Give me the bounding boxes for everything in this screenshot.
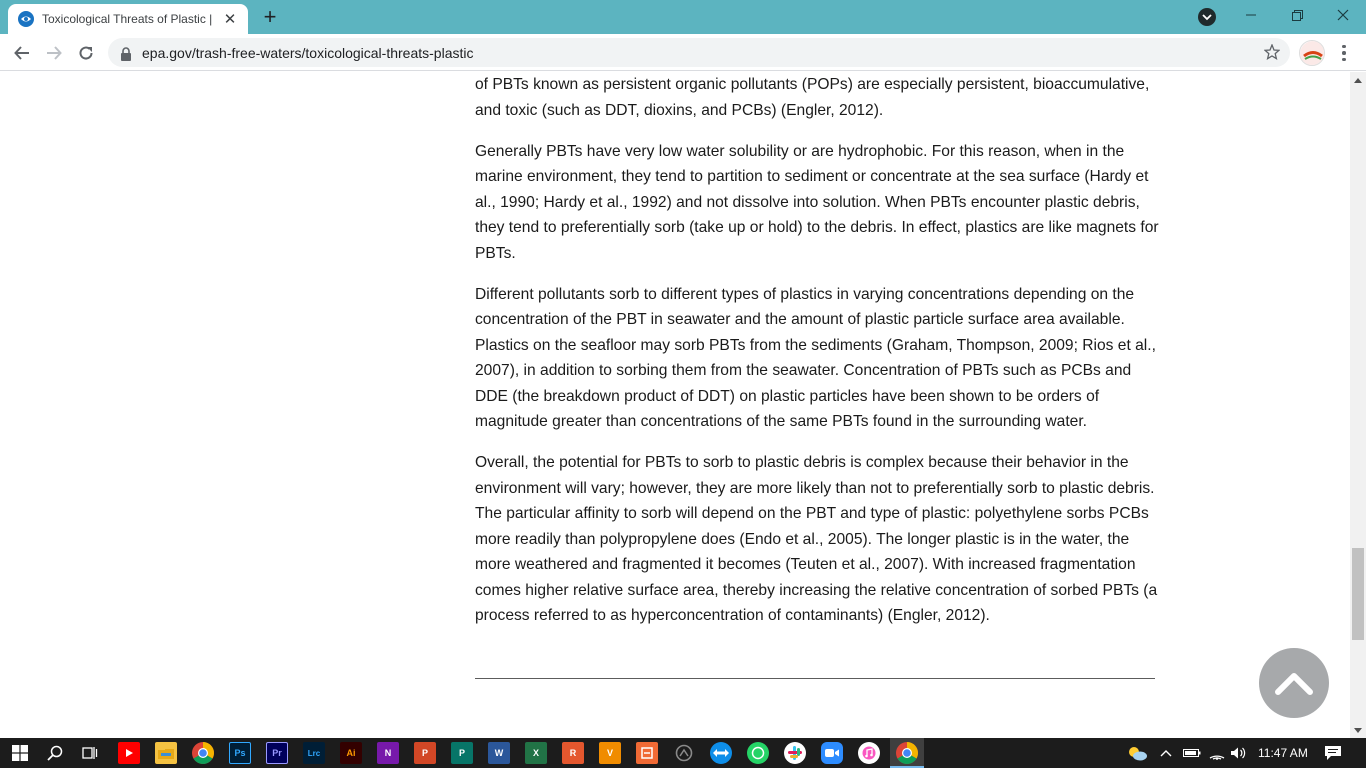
back-to-top-button[interactable] — [1259, 648, 1329, 718]
page-scrollbar[interactable] — [1350, 72, 1366, 738]
browser-tab-strip: Toxicological Threats of Plastic | U ✕ + — [0, 0, 1366, 34]
teamviewer-icon[interactable] — [710, 742, 732, 764]
back-arrow-icon[interactable] — [10, 41, 34, 65]
chevron-up-icon — [1275, 673, 1313, 695]
address-bar[interactable]: epa.gov/trash-free-waters/toxicological-… — [108, 38, 1290, 67]
chrome-icon[interactable] — [192, 742, 214, 764]
browser-menu-icon[interactable] — [1336, 42, 1352, 64]
volume-icon[interactable] — [1230, 738, 1248, 768]
wifi-icon[interactable] — [1209, 738, 1225, 768]
browser-toolbar: epa.gov/trash-free-waters/toxicological-… — [0, 34, 1366, 71]
search-icon[interactable] — [44, 742, 66, 764]
minimize-icon[interactable] — [1228, 0, 1274, 30]
epa-favicon-icon — [18, 11, 34, 27]
tab-search-icon[interactable] — [1198, 8, 1216, 26]
url-text[interactable]: epa.gov/trash-free-waters/toxicological-… — [142, 45, 473, 61]
restore-icon[interactable] — [1274, 0, 1320, 30]
section-divider — [475, 678, 1155, 679]
youtube-icon[interactable] — [118, 742, 140, 764]
page-viewport: of PBTs known as persistent organic poll… — [0, 72, 1350, 738]
itunes-icon[interactable] — [858, 742, 880, 764]
article-paragraph: Generally PBTs have very low water solub… — [475, 142, 1159, 262]
word-icon[interactable]: W — [488, 742, 510, 764]
scroll-down-arrow-icon[interactable] — [1350, 722, 1366, 738]
bookmark-star-icon[interactable] — [1263, 43, 1281, 60]
app-v-icon[interactable]: V — [599, 742, 621, 764]
publisher-icon[interactable]: P — [451, 742, 473, 764]
action-center-icon[interactable] — [1324, 738, 1342, 768]
lightroom-classic-icon[interactable]: Lrc — [303, 742, 325, 764]
app-orange-icon[interactable] — [636, 742, 658, 764]
app-r-icon[interactable]: R — [562, 742, 584, 764]
zoom-icon[interactable] — [821, 742, 843, 764]
windows-start-icon[interactable] — [9, 742, 31, 764]
lock-icon[interactable] — [120, 46, 132, 61]
photoshop-icon[interactable]: Ps — [229, 742, 251, 764]
tab-title: Toxicological Threats of Plastic | U — [42, 12, 216, 26]
chrome-active-icon[interactable] — [896, 742, 918, 764]
whatsapp-icon[interactable] — [747, 742, 769, 764]
battery-icon[interactable] — [1183, 738, 1201, 768]
close-window-icon[interactable] — [1320, 0, 1366, 30]
reload-icon[interactable] — [74, 41, 98, 65]
system-clock[interactable]: 11:47 AM — [1258, 738, 1308, 768]
windows-taskbar: Ps Pr Lrc Ai N P P W X R V 11:47 AM — [0, 738, 1366, 768]
task-view-icon[interactable] — [79, 742, 101, 764]
powerpoint-icon[interactable]: P — [414, 742, 436, 764]
illustrator-icon[interactable]: Ai — [340, 742, 362, 764]
show-hidden-icons-chevron-icon[interactable] — [1160, 738, 1172, 768]
article-paragraph: of PBTs known as persistent organic poll… — [475, 76, 1150, 119]
scrollbar-thumb[interactable] — [1352, 548, 1364, 640]
article-body: of PBTs known as persistent organic poll… — [475, 72, 1160, 644]
tab-close-icon[interactable]: ✕ — [222, 10, 238, 28]
premiere-icon[interactable]: Pr — [266, 742, 288, 764]
app-gray-icon[interactable] — [673, 742, 695, 764]
file-explorer-icon[interactable] — [155, 742, 177, 764]
forward-arrow-icon[interactable] — [42, 41, 66, 65]
new-tab-button[interactable]: + — [258, 4, 282, 29]
article-paragraph: Overall, the potential for PBTs to sorb … — [475, 454, 1158, 624]
profile-avatar[interactable] — [1299, 40, 1325, 66]
browser-tab[interactable]: Toxicological Threats of Plastic | U ✕ — [8, 4, 248, 34]
slack-icon[interactable] — [784, 742, 806, 764]
weather-icon[interactable] — [1126, 738, 1148, 768]
article-paragraph: Different pollutants sorb to different t… — [475, 285, 1156, 431]
scroll-up-arrow-icon[interactable] — [1350, 72, 1366, 88]
excel-icon[interactable]: X — [525, 742, 547, 764]
onenote-icon[interactable]: N — [377, 742, 399, 764]
